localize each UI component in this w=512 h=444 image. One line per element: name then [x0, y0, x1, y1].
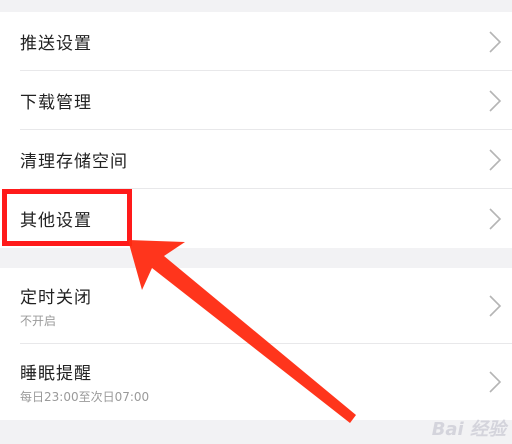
red-arrow-annotation — [128, 240, 356, 423]
watermark: Bai 经验 — [431, 419, 506, 440]
